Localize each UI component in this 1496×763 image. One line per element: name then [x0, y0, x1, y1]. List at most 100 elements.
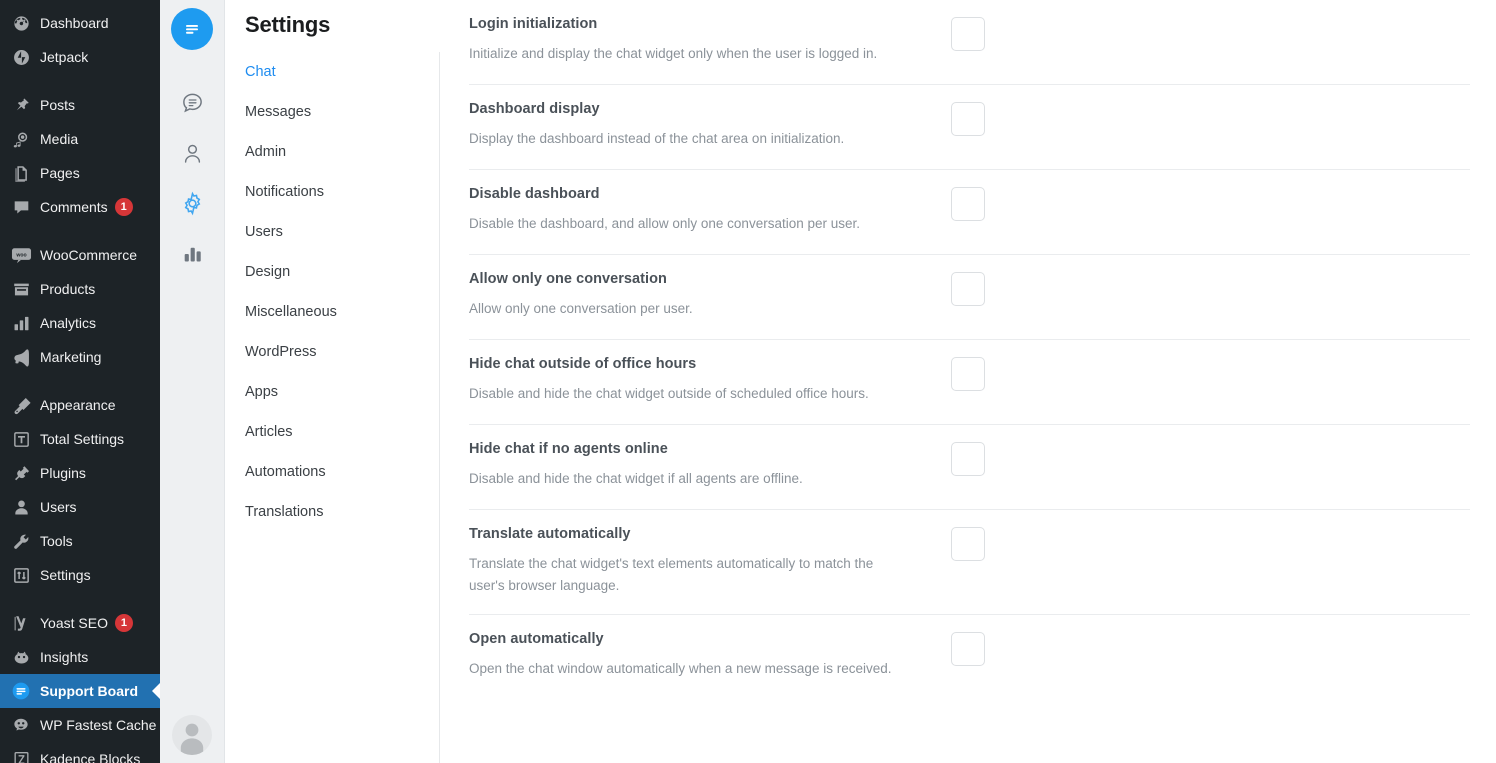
wp-sidebar-item-products[interactable]: Products [0, 272, 160, 306]
setting-title: Hide chat if no agents online [469, 441, 668, 457]
wp-sidebar-item-insights[interactable]: Insights [0, 640, 160, 674]
wp-sidebar-item-kadence-blocks[interactable]: Kadence Blocks [0, 742, 160, 763]
settings-nav-list: Chat Messages Admin Notifications Users Desig… [245, 52, 439, 532]
setting-control [951, 631, 985, 666]
wp-sidebar-item-support-board[interactable]: Support Board [0, 674, 160, 708]
settings-nav-item-apps[interactable]: Apps [245, 372, 439, 412]
wp-sidebar-item-label: Users [40, 499, 77, 515]
wp-sidebar-item-pages[interactable]: Pages [0, 156, 160, 190]
woocommerce-icon: woo [10, 244, 32, 266]
wp-sidebar-item-dashboard[interactable]: Dashboard [0, 6, 160, 40]
wp-sidebar-item-label: WooCommerce [40, 247, 137, 263]
analytics-icon [10, 312, 32, 334]
products-icon [10, 278, 32, 300]
wp-sidebar-item-settings[interactable]: Settings [0, 558, 160, 592]
setting-checkbox[interactable] [951, 357, 985, 391]
setting-row-text: Login initialization Initialize and displ… [469, 16, 947, 65]
setting-description: Disable the dashboard, and allow only on… [469, 216, 860, 231]
setting-checkbox[interactable] [951, 17, 985, 51]
wp-sidebar-item-analytics[interactable]: Analytics [0, 306, 160, 340]
wp-sidebar-item-appearance[interactable]: Appearance [0, 388, 160, 422]
wp-sidebar-item-yoast-seo[interactable]: Yoast SEO 1 [0, 606, 160, 640]
wp-sidebar-item-comments[interactable]: Comments 1 [0, 190, 160, 224]
setting-title: Translate automatically [469, 526, 631, 542]
settings-nav-item-notifications[interactable]: Notifications [245, 172, 439, 212]
comment-icon [10, 196, 32, 218]
wp-sidebar-item-label: Settings [40, 567, 91, 583]
setting-row: Login initialization Initialize and displ… [469, 0, 1470, 85]
settings-nav-item-articles[interactable]: Articles [245, 412, 439, 452]
settings-nav-item-translations[interactable]: Translations [245, 492, 439, 532]
settings-nav-item-wordpress[interactable]: WordPress [245, 332, 439, 372]
wp-sidebar-item-jetpack[interactable]: Jetpack [0, 40, 160, 74]
wp-sidebar-item-label: Plugins [40, 465, 86, 481]
megaphone-icon [10, 346, 32, 368]
setting-row: Disable dashboard Disable the dashboard, … [469, 170, 1470, 255]
wp-sidebar-item-posts[interactable]: Posts [0, 88, 160, 122]
rail-button-reports-bar-chart-icon[interactable] [169, 228, 215, 278]
rail-button-users-icon[interactable] [169, 128, 215, 178]
wp-sidebar-item-users[interactable]: Users [0, 490, 160, 524]
wp-sidebar-item-label: Media [40, 131, 79, 147]
rail-button-settings-gear-icon[interactable] [169, 178, 215, 228]
setting-description: Initialize and display the chat widget o… [469, 46, 878, 61]
wp-sidebar-item-media[interactable]: Media [0, 122, 160, 156]
setting-control [951, 526, 985, 561]
setting-row-text: Dashboard display Display the dashboard i… [469, 101, 947, 150]
support-board-logo-icon[interactable] [171, 8, 213, 50]
brush-icon [10, 394, 32, 416]
settings-nav-item-miscellaneous[interactable]: Miscellaneous [245, 292, 439, 332]
wp-sidebar-item-plugins[interactable]: Plugins [0, 456, 160, 490]
settings-nav-item-design[interactable]: Design [245, 252, 439, 292]
user-avatar-icon[interactable] [172, 715, 212, 755]
setting-row: Allow only one conversation Allow only on… [469, 255, 1470, 340]
setting-description: Translate the chat widget's text element… [469, 556, 874, 593]
settings-content-area: Login initialization Initialize and displ… [439, 0, 1496, 763]
setting-description: Disable and hide the chat widget outside… [469, 386, 869, 401]
wrench-icon [10, 530, 32, 552]
wp-sidebar-separator [0, 74, 160, 88]
setting-control [951, 441, 985, 476]
wp-sidebar-item-wp-fastest-cache[interactable]: WP Fastest Cache [0, 708, 160, 742]
wp-sidebar-item-label: Yoast SEO [40, 615, 108, 631]
sliders-icon [10, 564, 32, 586]
setting-checkbox[interactable] [951, 632, 985, 666]
wp-sidebar-separator [0, 224, 160, 238]
setting-checkbox[interactable] [951, 527, 985, 561]
setting-title: Allow only one conversation [469, 271, 667, 287]
wp-sidebar-item-tools[interactable]: Tools [0, 524, 160, 558]
wp-fastest-cache-icon [10, 714, 32, 736]
setting-checkbox[interactable] [951, 442, 985, 476]
setting-title: Disable dashboard [469, 186, 600, 202]
plug-icon [10, 462, 32, 484]
setting-title: Dashboard display [469, 101, 600, 117]
wp-sidebar-item-woocommerce[interactable]: woo WooCommerce [0, 238, 160, 272]
setting-checkbox[interactable] [951, 187, 985, 221]
settings-nav-item-chat[interactable]: Chat [245, 52, 439, 92]
insights-icon [10, 646, 32, 668]
setting-checkbox[interactable] [951, 272, 985, 306]
user-icon [10, 496, 32, 518]
setting-checkbox[interactable] [951, 102, 985, 136]
wp-sidebar-item-label: Support Board [40, 683, 138, 699]
setting-control [951, 16, 985, 51]
wp-sidebar-item-label: Kadence Blocks [40, 751, 141, 763]
notification-badge: 1 [114, 198, 133, 216]
pin-icon [10, 94, 32, 116]
settings-nav-item-automations[interactable]: Automations [245, 452, 439, 492]
settings-nav-item-admin[interactable]: Admin [245, 132, 439, 172]
setting-control [951, 101, 985, 136]
wp-sidebar-item-marketing[interactable]: Marketing [0, 340, 160, 374]
setting-title: Login initialization [469, 16, 598, 32]
rail-button-conversations-icon[interactable] [169, 78, 215, 128]
setting-control [951, 356, 985, 391]
wp-sidebar-item-total-settings[interactable]: Total Settings [0, 422, 160, 456]
settings-nav-item-messages[interactable]: Messages [245, 92, 439, 132]
setting-row: Hide chat outside of office hours Disable… [469, 340, 1470, 425]
setting-row-text: Allow only one conversation Allow only on… [469, 271, 947, 320]
wp-sidebar-item-label: Insights [40, 649, 89, 665]
settings-nav-item-users[interactable]: Users [245, 212, 439, 252]
setting-description: Open the chat window automatically when … [469, 661, 892, 676]
setting-control [951, 186, 985, 221]
settings-nav-column: Settings Chat Messages Admin Notifications U… [225, 0, 440, 763]
